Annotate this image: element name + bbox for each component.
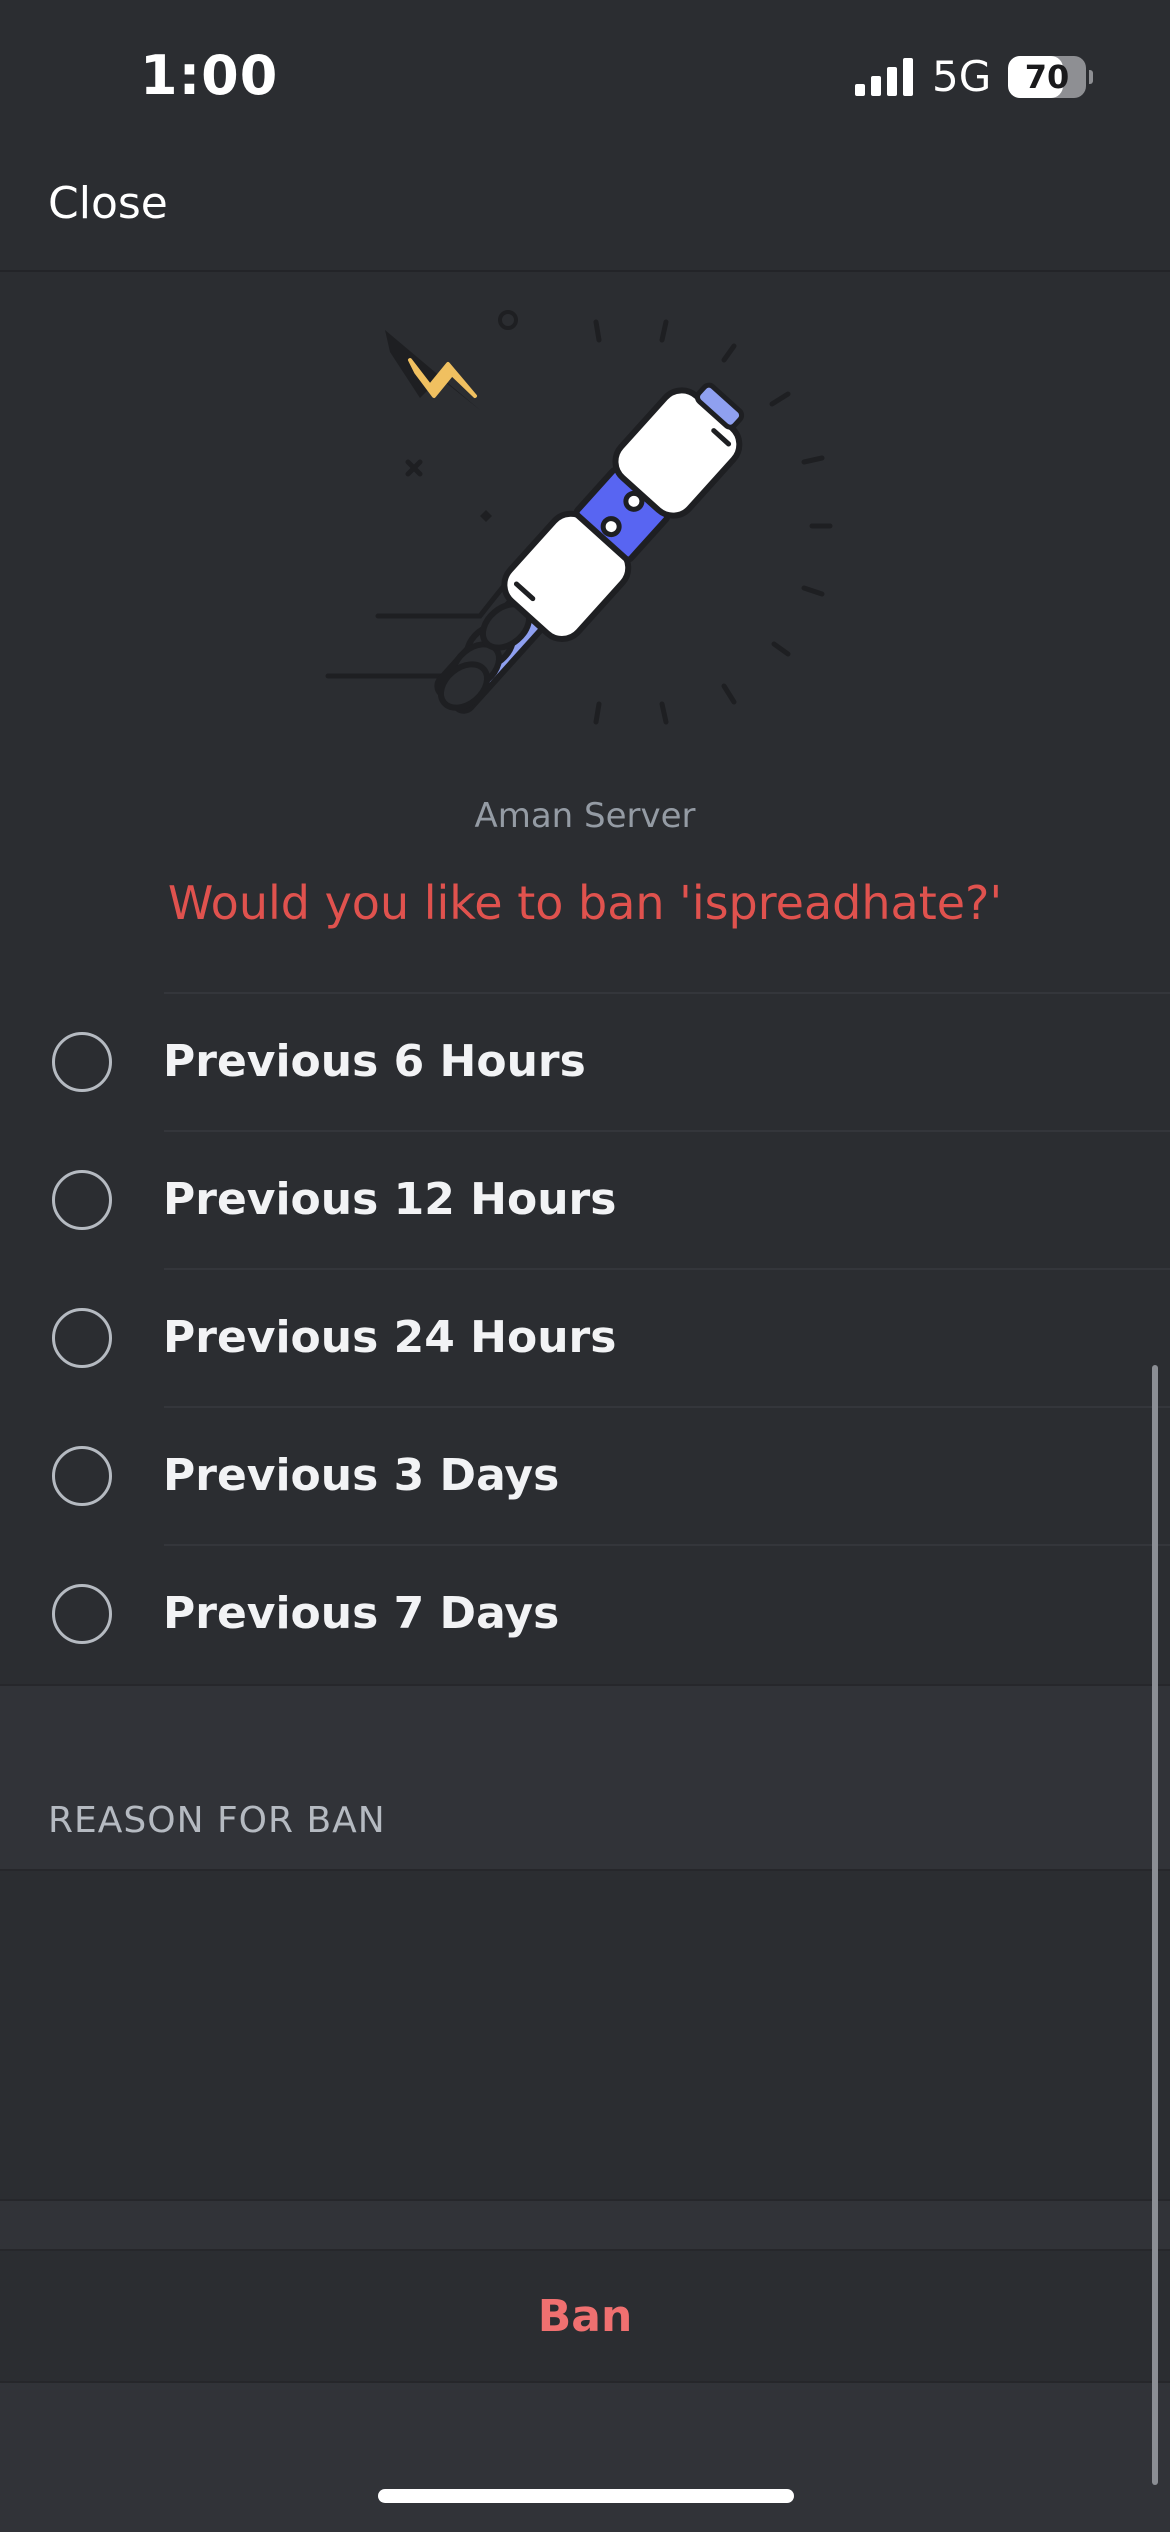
option-previous-6-hours[interactable]: Previous 6 Hours [0,992,1170,1130]
radio-button[interactable] [52,1446,112,1506]
option-label: Previous 24 Hours [163,1312,617,1363]
scrollbar[interactable] [1152,1365,1158,2485]
status-bar: 1:00 5G 70 [0,0,1170,150]
section-spacer [0,2201,1170,2249]
option-label: Previous 3 Days [163,1450,560,1501]
battery-percent: 70 [1024,58,1070,96]
signal-icon [855,58,913,96]
option-previous-7-days[interactable]: Previous 7 Days [0,1544,1170,1682]
radio-button[interactable] [52,1170,112,1230]
option-label: Previous 7 Days [163,1588,560,1639]
reason-section-header [0,1684,1170,1869]
server-name: Aman Server [474,796,696,836]
option-label: Previous 6 Hours [163,1036,586,1087]
ban-button-label: Ban [537,2291,633,2342]
ban-hammer-illustration [325,310,833,725]
battery-icon: 70 [1008,56,1093,98]
radio-button[interactable] [52,1032,112,1092]
ban-button[interactable]: Ban [0,2249,1170,2383]
option-label: Previous 12 Hours [163,1174,617,1225]
option-previous-24-hours[interactable]: Previous 24 Hours [0,1268,1170,1406]
option-previous-3-days[interactable]: Previous 3 Days [0,1406,1170,1544]
reason-header: REASON FOR BAN [48,1800,386,1841]
radio-button[interactable] [52,1584,112,1644]
ban-question: Would you like to ban 'ispreadhate?' [167,876,1003,930]
home-indicator [378,2489,794,2503]
option-previous-12-hours[interactable]: Previous 12 Hours [0,1130,1170,1268]
reason-input[interactable] [0,1869,1170,2201]
network-label: 5G [932,52,992,101]
modal-header: Close [0,150,1170,272]
delete-history-options: Previous 6 Hours Previous 12 Hours Previ… [0,992,1170,1682]
radio-button[interactable] [52,1308,112,1368]
status-time: 1:00 [140,44,279,107]
close-button[interactable]: Close [48,178,168,229]
bottom-area [0,2383,1170,2532]
